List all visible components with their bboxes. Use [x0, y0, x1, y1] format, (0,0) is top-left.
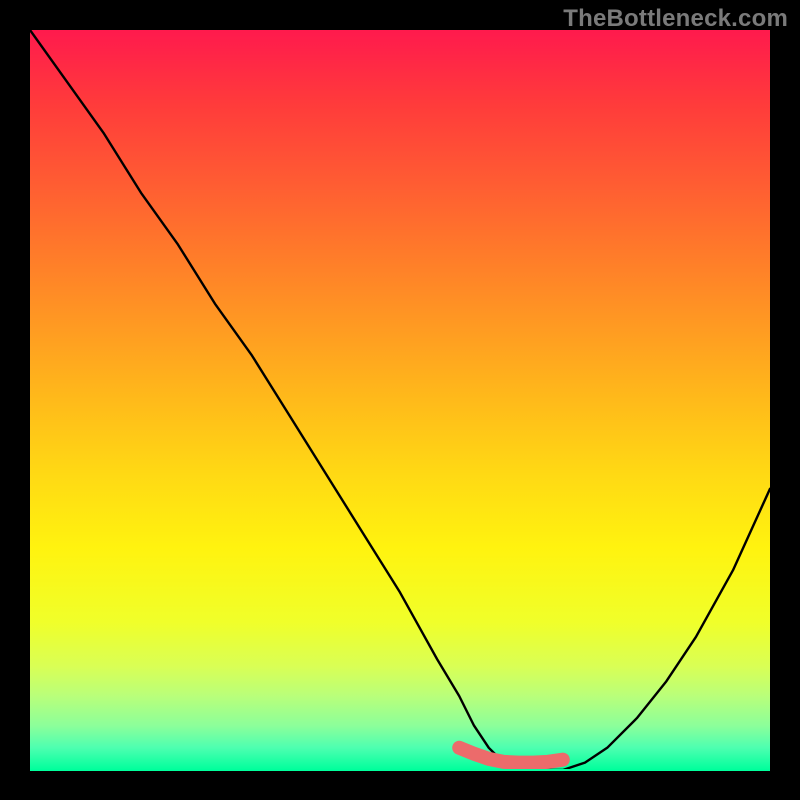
- chart-container: TheBottleneck.com: [0, 0, 800, 800]
- plot-area: [30, 30, 770, 770]
- bottleneck-curve: [30, 30, 770, 770]
- attribution-label: TheBottleneck.com: [563, 5, 788, 33]
- chart-svg: [30, 30, 770, 770]
- optimal-range-highlight: [459, 748, 563, 763]
- bottom-edge: [30, 769, 770, 771]
